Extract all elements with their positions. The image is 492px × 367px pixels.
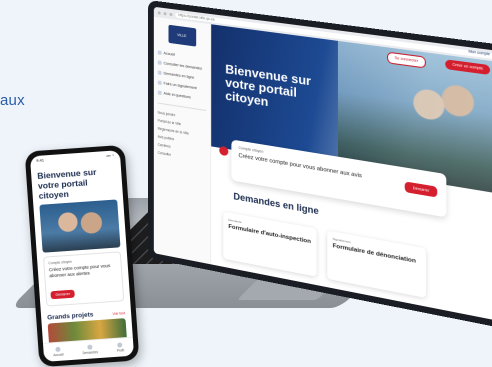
request-card[interactable]: Signalement Formulaire de dénonciation <box>327 230 426 298</box>
hero-title: Bienvenue sur votre portail citoyen <box>225 61 311 110</box>
help-icon <box>157 90 162 96</box>
phone-start-button[interactable]: Démarrer <box>50 289 76 300</box>
status-time: 9:41 <box>36 157 45 163</box>
phone-mockup: 9:41 ••• ◔ Bienvenue sur votre portail c… <box>24 144 140 367</box>
site-sidebar: VILLE Accueil Consulter les demandes Dem… <box>153 16 212 265</box>
user-icon <box>117 342 123 348</box>
nav-item-accueil[interactable]: Accueil <box>53 346 64 357</box>
phone-cta-text: Créez votre compte pour vous abonner aux… <box>48 263 111 279</box>
window-dot-icon[interactable] <box>163 11 167 15</box>
see-all-link[interactable]: Voir tout <box>113 311 126 316</box>
user-icon <box>219 145 229 157</box>
list-icon <box>157 60 162 65</box>
nav-item-demandes[interactable]: Demandes <box>82 344 98 355</box>
phone-hero-photo <box>39 199 121 253</box>
home-icon <box>157 50 162 55</box>
phone-title: Bienvenue sur votre portail citoyen <box>36 166 97 201</box>
window-dot-icon[interactable] <box>169 12 173 16</box>
city-logo[interactable]: VILLE <box>168 24 196 47</box>
form-icon <box>87 344 93 350</box>
request-card[interactable]: Demande Formulaire d'auto-inspection <box>223 211 317 277</box>
window-dot-icon[interactable] <box>157 10 161 15</box>
form-icon <box>157 70 162 76</box>
phone-cta-card: Compte citoyen Créez votre compte pour v… <box>42 251 125 307</box>
signal-icon: ••• ◔ <box>106 152 115 159</box>
cta-start-button[interactable]: Démarrer <box>404 181 438 198</box>
phone-screen: 9:41 ••• ◔ Bienvenue sur votre portail c… <box>29 150 135 362</box>
section-title: Demandes en ligne <box>233 190 319 217</box>
flag-icon <box>157 80 162 86</box>
home-icon <box>55 346 61 353</box>
nav-item-profil[interactable]: Profil <box>116 342 124 353</box>
